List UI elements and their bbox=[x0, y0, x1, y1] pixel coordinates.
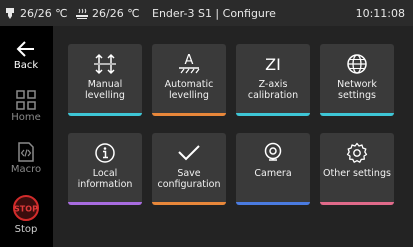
z-offset-icon: ZI bbox=[259, 52, 287, 76]
configure-panel: Manual levelling A Automatic levelling ZI … bbox=[53, 26, 413, 247]
tile-label: Network settings bbox=[337, 79, 377, 101]
macro-code-icon bbox=[18, 142, 34, 162]
tile-label: Camera bbox=[254, 168, 292, 179]
info-icon bbox=[94, 141, 116, 165]
stop-icon: STOP bbox=[13, 195, 39, 221]
tile-accent-bar bbox=[236, 202, 310, 205]
tile-accent-bar bbox=[68, 202, 142, 205]
nozzle-icon bbox=[6, 7, 14, 19]
stop-badge-text: STOP bbox=[14, 205, 38, 214]
sidebar: Back Home Macro STOP Stop bbox=[0, 26, 52, 247]
tile-label: Z-axis calibration bbox=[247, 79, 299, 101]
tile-label: Manual levelling bbox=[85, 79, 125, 101]
tile-accent-bar bbox=[320, 202, 394, 205]
nozzle-temp-value: 26/26 ℃ bbox=[20, 7, 68, 20]
globe-icon bbox=[346, 52, 368, 76]
camera-tile[interactable]: Camera bbox=[236, 133, 310, 205]
other-settings-tile[interactable]: Other settings bbox=[320, 133, 394, 205]
macro-button[interactable]: Macro bbox=[0, 142, 52, 194]
auto-level-icon: A bbox=[176, 52, 202, 76]
tile-label: Local information bbox=[77, 168, 133, 190]
save-configuration-tile[interactable]: Save configuration bbox=[152, 133, 226, 205]
stop-label: Stop bbox=[14, 224, 38, 235]
local-information-tile[interactable]: Local information bbox=[68, 133, 142, 205]
tile-accent-bar bbox=[152, 202, 226, 205]
macro-label: Macro bbox=[10, 164, 42, 175]
tile-accent-bar bbox=[152, 113, 226, 116]
tile-accent-bar bbox=[68, 113, 142, 116]
settings-gear-icon bbox=[346, 141, 368, 165]
clock: 10:11:08 bbox=[355, 7, 405, 20]
bed-temp-value: 26/26 ℃ bbox=[92, 7, 140, 20]
manual-levelling-tile[interactable]: Manual levelling bbox=[68, 44, 142, 116]
tile-accent-bar bbox=[236, 113, 310, 116]
z-axis-calibration-tile[interactable]: ZI Z-axis calibration bbox=[236, 44, 310, 116]
tile-label: Automatic levelling bbox=[164, 79, 214, 101]
auto-level-glyph: A bbox=[185, 53, 194, 68]
status-bar: 26/26 ℃ 26/26 ℃ Ender-3 S1 | Configure 1… bbox=[0, 0, 413, 26]
tile-label: Other settings bbox=[323, 168, 391, 179]
heatbed-icon bbox=[76, 8, 88, 19]
bed-temp: 26/26 ℃ bbox=[76, 7, 140, 20]
home-button[interactable]: Home bbox=[0, 90, 52, 142]
home-grid-icon bbox=[16, 90, 36, 110]
home-label: Home bbox=[11, 112, 41, 123]
automatic-levelling-tile[interactable]: A Automatic levelling bbox=[152, 44, 226, 116]
tile-label: Save configuration bbox=[157, 168, 221, 190]
back-button[interactable]: Back bbox=[0, 40, 52, 92]
back-arrow-icon bbox=[16, 41, 34, 57]
stop-button[interactable]: STOP Stop bbox=[0, 194, 52, 246]
camera-icon bbox=[262, 141, 284, 165]
nozzle-temp: 26/26 ℃ bbox=[4, 7, 68, 20]
back-label: Back bbox=[13, 60, 39, 71]
tile-accent-bar bbox=[320, 113, 394, 116]
check-icon bbox=[177, 141, 201, 165]
network-settings-tile[interactable]: Network settings bbox=[320, 44, 394, 116]
page-title: Ender-3 S1 | Configure bbox=[152, 7, 276, 20]
manual-level-icon bbox=[93, 52, 117, 76]
z-offset-glyph: ZI bbox=[265, 55, 281, 74]
